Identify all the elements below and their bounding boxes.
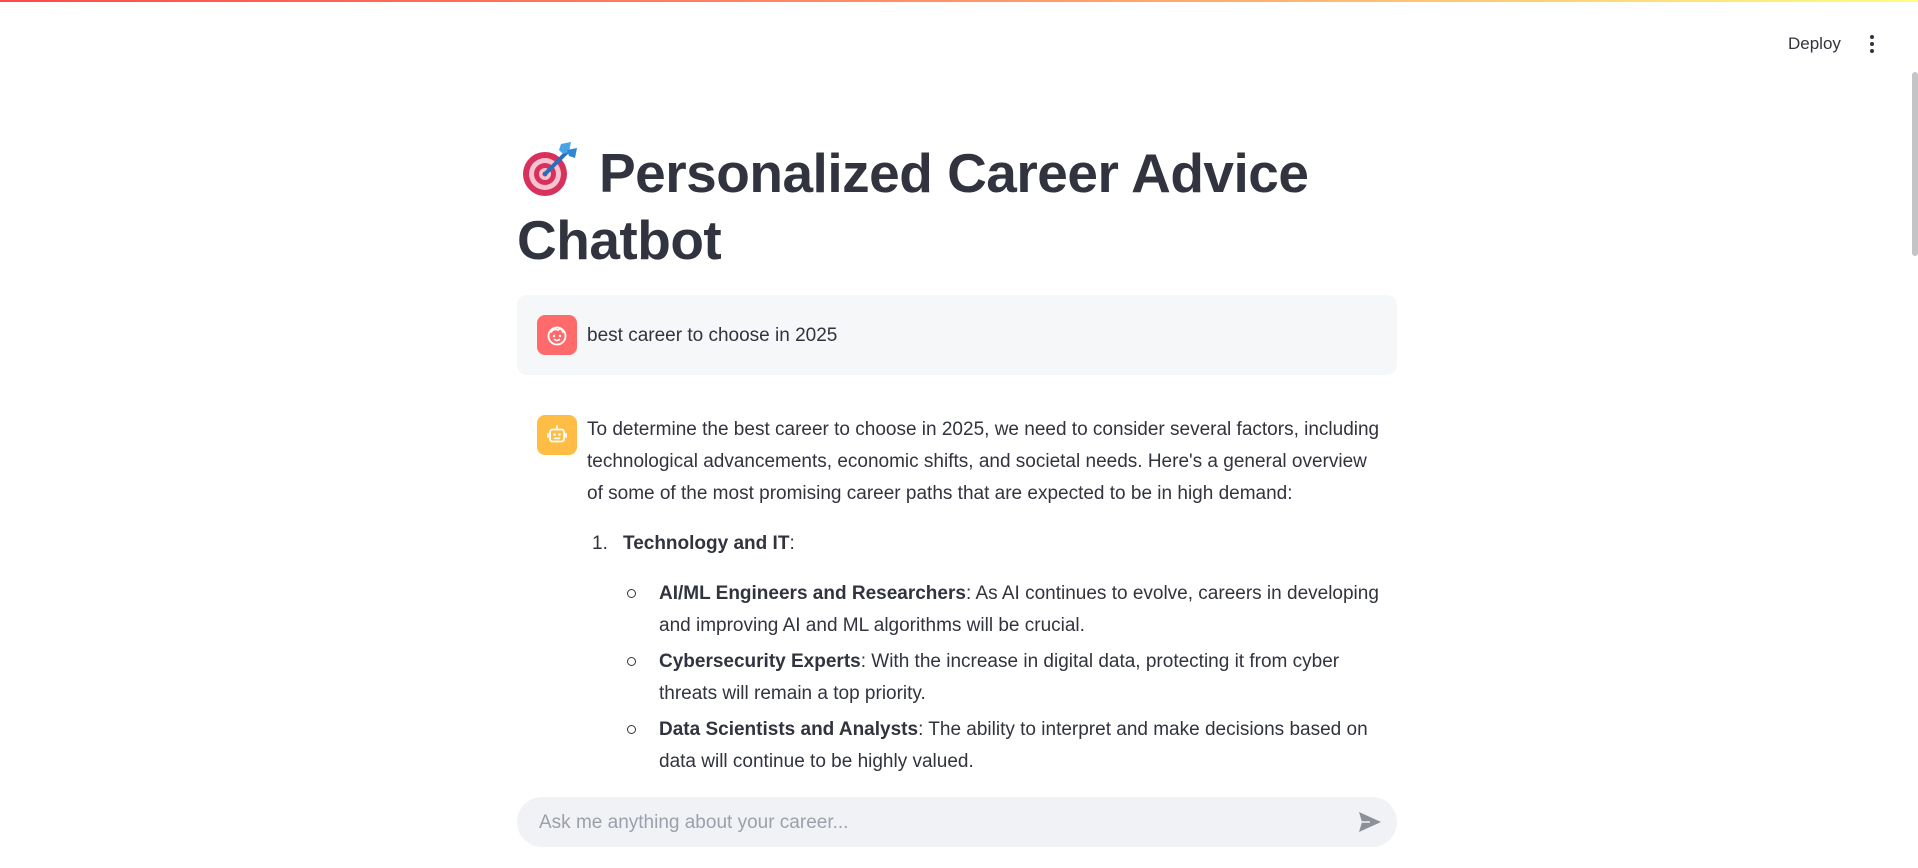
user-face-icon [537,315,577,355]
chat-input-container [517,797,1397,849]
bullet-icon [627,657,636,666]
send-icon[interactable] [1357,810,1383,834]
section-heading-colon: : [789,533,795,554]
assistant-intro: To determine the best career to choose i… [587,419,1380,504]
bullet-icon [627,725,636,734]
assistant-message: To determine the best career to choose i… [587,414,1387,782]
kebab-menu-icon[interactable] [1858,27,1886,61]
career-list: AI/ML Engineers and Researchers: As AI c… [587,578,1387,778]
page-title: Personalized Career Advice Chatbot [517,140,1397,274]
user-message: best career to choose in 2025 [517,295,1397,375]
career-title: AI/ML Engineers and Researchers [659,583,966,604]
main-content: Personalized Career Advice Chatbot best … [517,0,1397,868]
list-item: Cybersecurity Experts: With the increase… [587,646,1387,710]
robot-icon [537,415,577,455]
scrollbar-thumb[interactable] [1912,72,1918,256]
list-item-technology: 1. Technology and IT: [587,528,1387,560]
career-title: Data Scientists and Analysts [659,719,919,740]
deploy-button[interactable]: Deploy [1774,27,1855,61]
bullet-icon [627,589,636,598]
list-item: Data Scientists and Analysts: The abilit… [587,714,1387,778]
list-item: AI/ML Engineers and Researchers: As AI c… [587,578,1387,642]
target-dart-icon [517,140,579,198]
page-title-text: Personalized Career Advice Chatbot [517,142,1309,271]
list-number: 1. [592,533,608,554]
section-heading: Technology and IT [623,533,790,554]
user-message-text: best career to choose in 2025 [587,325,838,346]
chat-input[interactable] [537,797,1341,849]
career-title: Cybersecurity Experts [659,651,861,672]
